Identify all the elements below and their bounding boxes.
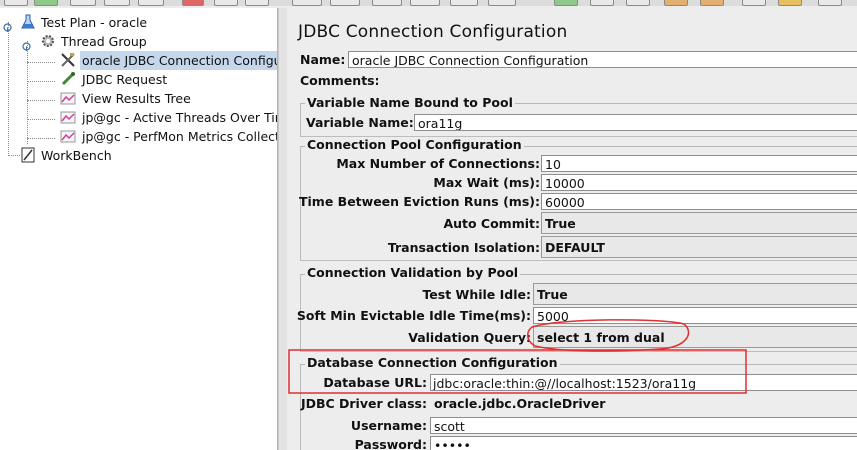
toolbar-button[interactable] [330, 0, 360, 6]
tree-item-label: jp@gc - PerfMon Metrics Collect [82, 129, 278, 144]
toolbar-button[interactable] [700, 0, 724, 6]
workbench-icon [20, 147, 36, 163]
toolbar-button[interactable] [4, 0, 28, 6]
toolbar-button[interactable] [626, 0, 650, 6]
toolbar-button[interactable] [742, 0, 766, 6]
eviction-runs-input[interactable]: 60000 [541, 193, 857, 210]
auto-commit-select[interactable]: True [541, 212, 857, 234]
tree-connector [27, 41, 28, 144]
toolbar-button[interactable] [488, 0, 516, 6]
tree-connector [8, 155, 20, 156]
sampler-pipette-icon [60, 71, 76, 87]
tree-item-label: View Results Tree [82, 91, 191, 106]
tree-connector [27, 81, 55, 82]
eviction-runs-label: Time Between Eviction Runs (ms): [299, 194, 540, 209]
database-url-label: Database URL: [323, 375, 427, 390]
tree-item-label: oracle JDBC Connection Configu [80, 51, 277, 70]
max-wait-label: Max Wait (ms): [433, 175, 540, 190]
validation-query-label: Validation Query: [408, 330, 531, 345]
toolbar-button[interactable] [138, 0, 164, 6]
listener-graph-icon [60, 109, 76, 125]
toolbar-button[interactable] [778, 0, 802, 6]
comments-label: Comments: [300, 73, 380, 88]
soft-min-idle-input[interactable]: 5000 [533, 307, 857, 324]
toolbar-button[interactable] [245, 0, 269, 6]
username-input[interactable]: scott [430, 417, 857, 434]
tree-item-label: JDBC Request [82, 72, 168, 87]
database-url-input[interactable]: jdbc:oracle:thin:@//localhost:1523/ora11… [430, 374, 857, 391]
validation-group-title: Connection Validation by Pool [305, 265, 521, 280]
validation-query-select[interactable]: select 1 from dual [533, 326, 857, 348]
jdbc-config-panel: JDBC Connection Configuration Name: orac… [287, 8, 857, 450]
toolbar-button[interactable] [450, 0, 478, 6]
tree-item-label: WorkBench [41, 148, 112, 163]
toolbar [0, 0, 857, 6]
test-plan-tree: Test Plan - oracle Thread Group oracle J… [0, 8, 278, 450]
jdbc-driver-select[interactable]: oracle.jdbc.OracleDriver [430, 392, 857, 414]
tree-connector [27, 119, 55, 120]
max-connections-label: Max Number of Connections: [336, 156, 540, 171]
tree-connector [27, 138, 55, 139]
toolbar-button[interactable] [554, 0, 578, 6]
pane-splitter[interactable] [278, 8, 287, 450]
test-while-idle-select[interactable]: True [533, 283, 857, 305]
max-connections-input[interactable]: 10 [541, 155, 857, 172]
db-connection-group-title: Database Connection Configuration [305, 355, 560, 370]
expand-toggle-icon[interactable] [22, 37, 31, 51]
page-title: JDBC Connection Configuration [298, 22, 568, 42]
name-label: Name: [300, 52, 346, 67]
password-input[interactable]: ••••• [430, 436, 857, 450]
auto-commit-label: Auto Commit: [443, 216, 540, 231]
password-label: Password: [354, 437, 427, 450]
name-input[interactable]: oracle JDBC Connection Configuration [348, 51, 857, 68]
toolbar-button[interactable] [214, 0, 238, 6]
toolbar-button[interactable] [410, 0, 440, 6]
listener-graph-icon [60, 90, 76, 106]
toolbar-button[interactable] [372, 0, 402, 6]
toolbar-button[interactable] [292, 0, 322, 6]
expand-toggle-icon[interactable] [3, 18, 12, 32]
toolbar-button[interactable] [818, 0, 842, 6]
tree-item-label: jp@gc - Active Threads Over Tir [82, 110, 278, 125]
toolbar-button[interactable] [182, 0, 204, 6]
toolbar-button[interactable] [70, 0, 96, 6]
pool-variable-group-title: Variable Name Bound to Pool [305, 95, 515, 110]
transaction-isolation-select[interactable]: DEFAULT [541, 236, 857, 258]
test-plan-icon [20, 14, 36, 30]
tree-connector [8, 22, 9, 156]
variable-name-input[interactable]: ora11g [414, 114, 857, 131]
listener-graph-icon [60, 128, 76, 144]
max-wait-input[interactable]: 10000 [541, 174, 857, 191]
toolbar-button[interactable] [104, 0, 130, 6]
soft-min-idle-label: Soft Min Evictable Idle Time(ms): [296, 308, 531, 323]
jdbc-driver-label: JDBC Driver class: [300, 396, 427, 411]
transaction-isolation-label: Transaction Isolation: [387, 240, 540, 255]
tree-connector [27, 100, 55, 101]
toolbar-button[interactable] [664, 0, 688, 6]
toolbar-button[interactable] [590, 0, 614, 6]
username-label: Username: [350, 418, 427, 433]
tree-connector [27, 62, 55, 63]
thread-group-gear-icon [40, 33, 56, 49]
variable-name-label: Variable Name: [306, 115, 414, 130]
toolbar-button[interactable] [34, 0, 58, 6]
config-tools-icon [60, 52, 76, 68]
tree-item-label: Thread Group [61, 34, 147, 49]
tree-item-label: Test Plan - oracle [41, 15, 148, 30]
test-while-idle-label: Test While Idle: [422, 287, 531, 302]
connection-pool-group-title: Connection Pool Configuration [305, 137, 524, 152]
comments-input[interactable] [378, 72, 857, 89]
